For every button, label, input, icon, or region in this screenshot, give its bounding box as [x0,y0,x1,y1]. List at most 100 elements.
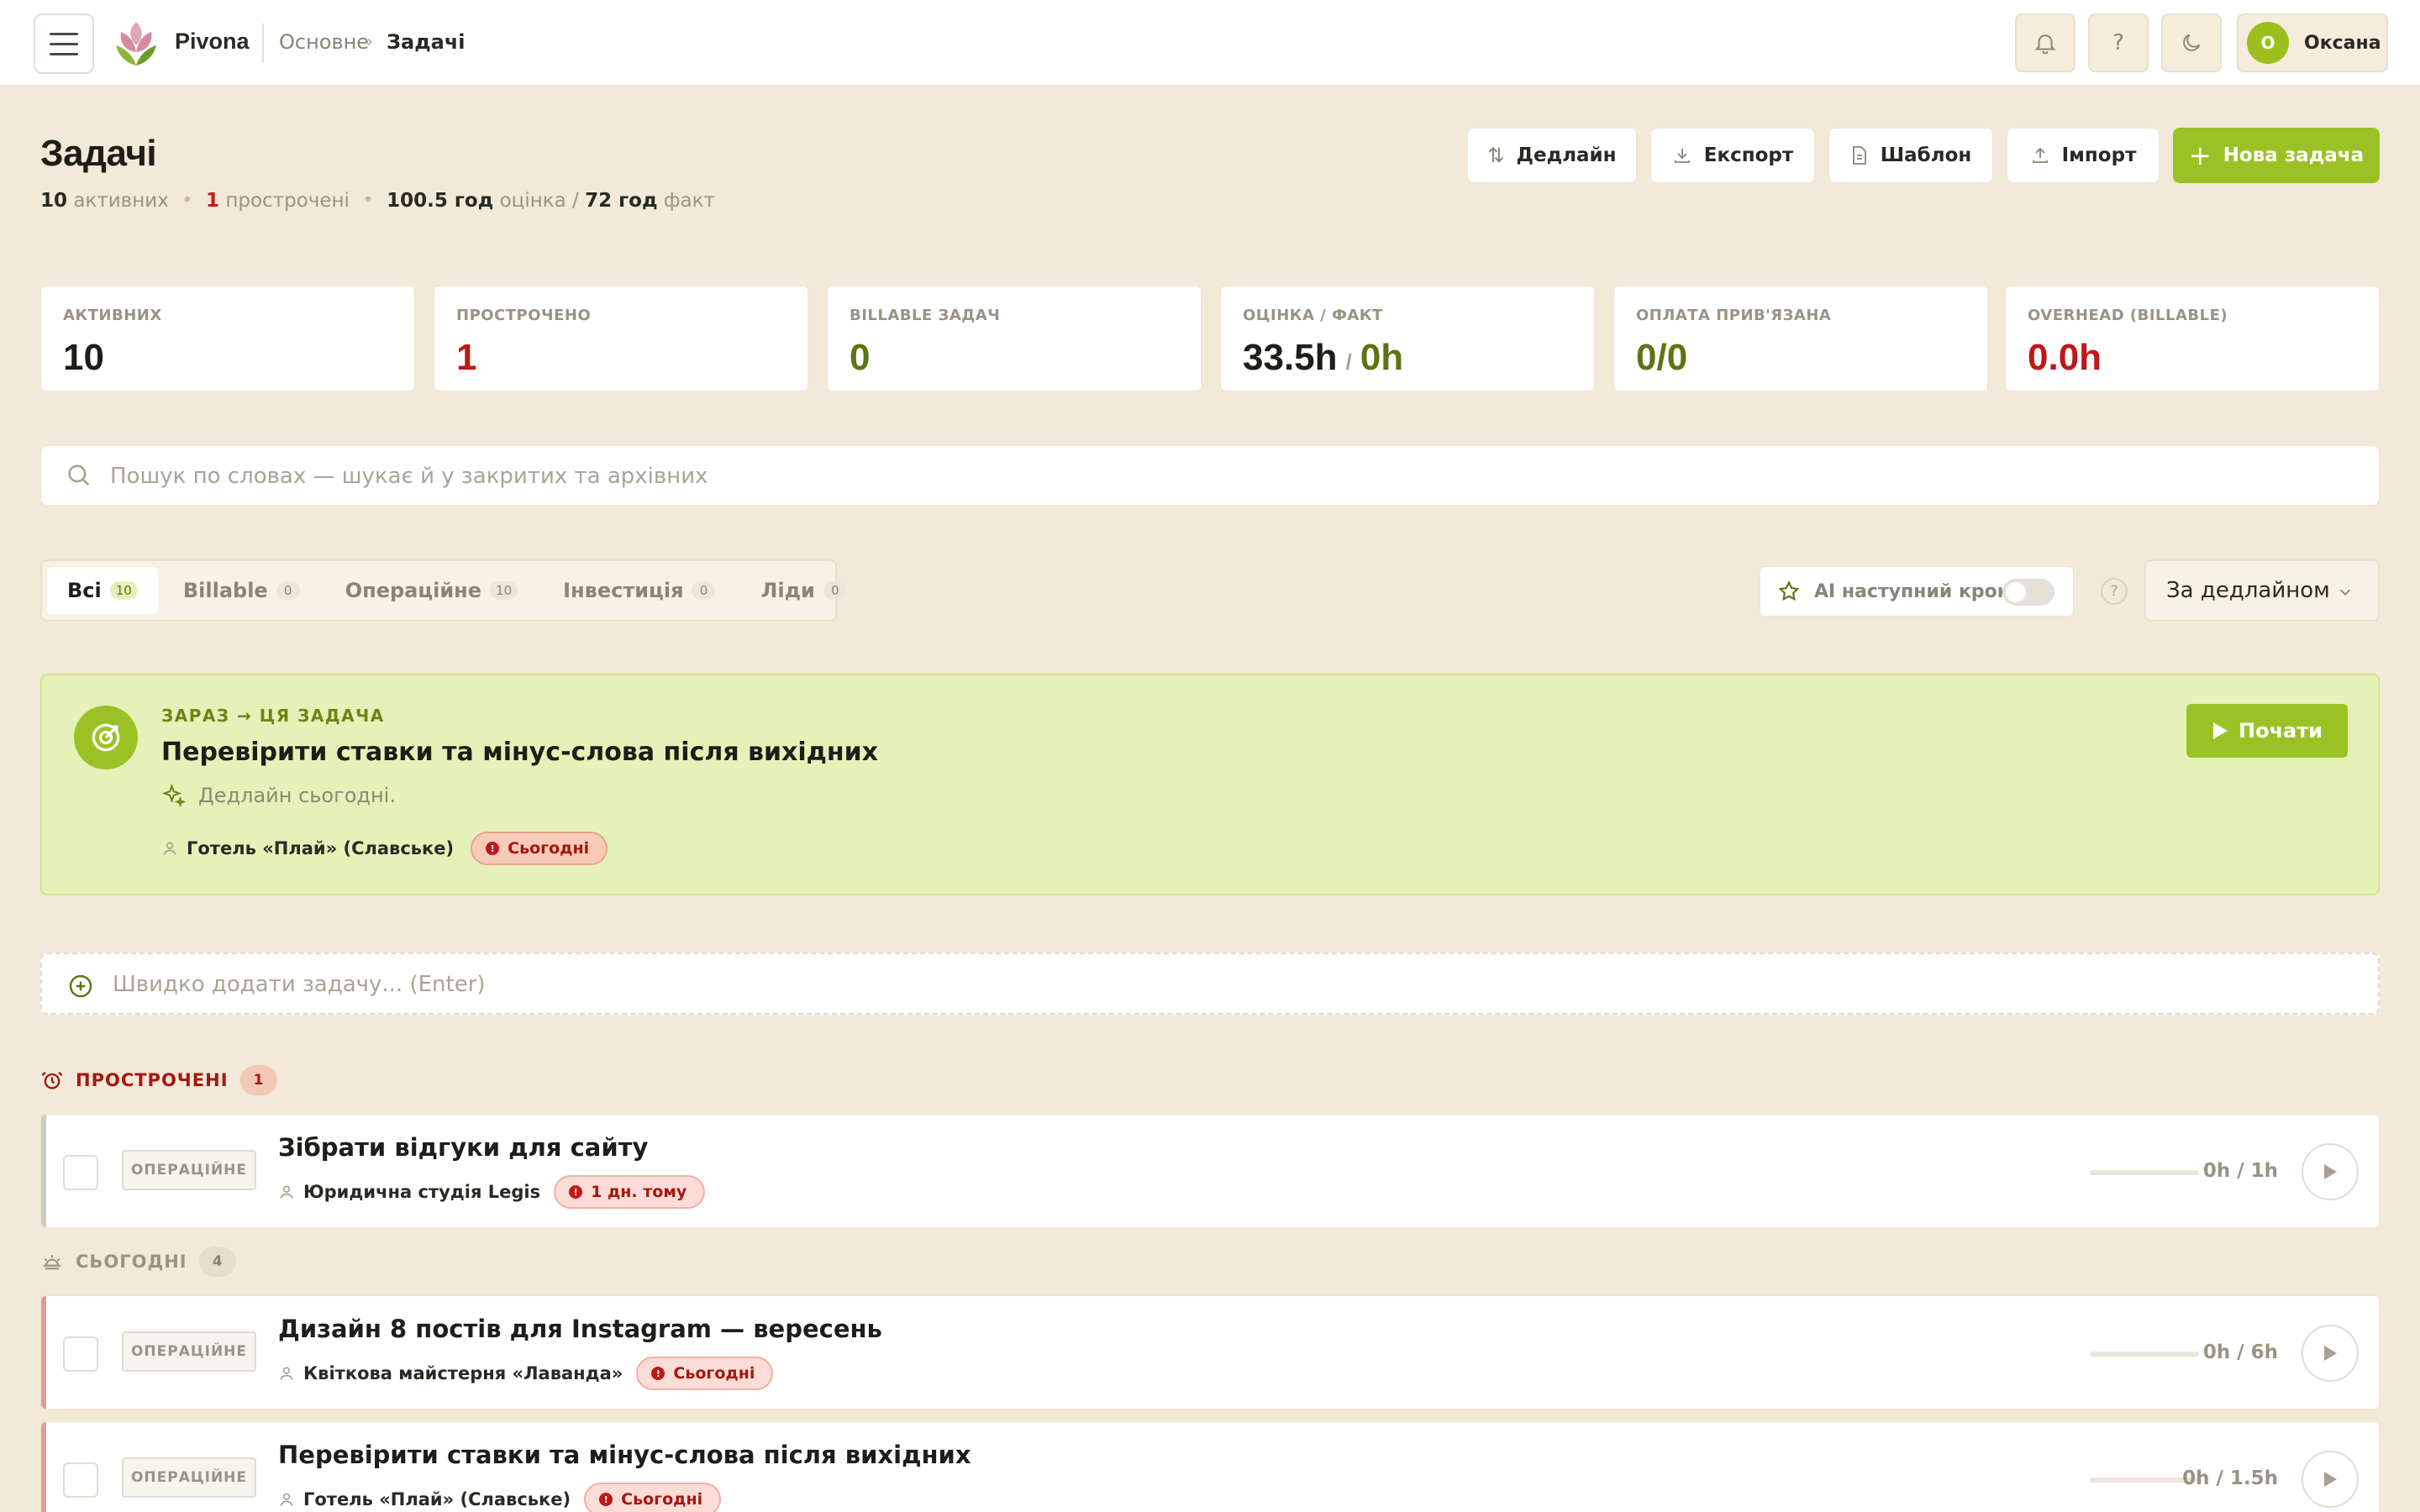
task-type-badge: ОПЕРАЦІЙНЕ [122,1457,256,1498]
client-name: Готель «Плай» (Славське) [161,838,454,858]
task-type-badge: ОПЕРАЦІЙНЕ [122,1331,256,1372]
help-button[interactable]: ? [2088,13,2149,72]
task-checkbox[interactable] [63,1155,98,1190]
document-icon [1852,146,1866,165]
page-title: Задачі [40,133,157,174]
fact-value: 72 год [585,190,658,212]
tab-billable[interactable]: Billable 0 [163,567,320,614]
client-label: Готель «Плай» (Славське) [187,838,455,858]
stat-card-billable: BILLABLE ЗАДАЧ 0 [827,286,1202,391]
bell-icon [2034,34,2056,55]
due-label: Сьогодні [508,839,590,858]
page-summary: 10 активних • 1 прострочені • 100.5 год … [40,190,715,212]
user-menu[interactable]: О Оксана [2237,13,2388,72]
task-title[interactable]: Перевірити ставки та мінус-слова після в… [278,1441,971,1469]
notifications-button[interactable] [2015,13,2075,72]
user-icon [163,842,176,855]
stat-separator: / [1345,349,1352,375]
stat-label: BILLABLE ЗАДАЧ [850,307,1001,324]
task-status-bar [41,1422,46,1512]
due-label: Сьогодні [621,1490,703,1509]
task-checkbox[interactable] [63,1462,98,1498]
user-name: Оксана [2304,32,2381,54]
client-label: Готель «Плай» (Славське) [303,1489,571,1509]
export-button[interactable]: Експорт [1650,128,1815,183]
sort-select[interactable]: За дедлайном [2144,559,2380,622]
timer-play-button[interactable] [2302,1325,2359,1382]
search-box [40,445,2380,506]
tab-leads[interactable]: Ліди 0 [740,567,866,614]
task-row[interactable]: ОПЕРАЦІЙНЕ Перевірити ставки та мінус-сл… [40,1421,2380,1512]
top-bar: Pivona Основне › Задачі ? О Оксана [0,0,2420,86]
tab-label: Інвестиція [563,579,684,602]
stat-card-active: АКТИВНИХ 10 [40,286,415,391]
start-label: Почати [2238,719,2323,743]
alert-icon: ! [569,1185,583,1199]
new-task-button[interactable]: + Нова задача [2173,128,2380,183]
task-title[interactable]: Зібрати відгуки для сайту [278,1133,648,1162]
start-button[interactable]: Почати [2186,704,2348,758]
task-checkbox[interactable] [63,1336,98,1372]
time-progress-bar [2090,1352,2199,1357]
group-header-today: СЬОГОДНІ 4 [40,1247,236,1277]
moon-icon [2183,34,2201,51]
timer-play-button[interactable] [2302,1143,2359,1200]
task-hours: 0h / 6h [2202,1341,2278,1363]
task-hours: 0h / 1.5h [2182,1467,2278,1489]
tab-operational[interactable]: Операційне 10 [325,567,538,614]
active-label: активних [73,190,169,212]
template-button[interactable]: Шаблон [1828,128,1993,183]
stat-card-estimate-fact: ОЦІНКА / ФАКТ 33.5h / 0h [1220,286,1595,391]
tab-count: 0 [823,581,847,600]
sunrise-icon [43,1254,61,1270]
import-button[interactable]: Імпорт [2007,128,2160,183]
client-label: Юридична студія Legis [303,1182,541,1202]
tab-investment[interactable]: Інвестиція 0 [543,567,735,614]
quick-add-input[interactable] [113,968,2297,1001]
task-row[interactable]: ОПЕРАЦІЙНЕ Дизайн 8 постів для Instagram… [40,1295,2380,1410]
timer-play-button[interactable] [2302,1451,2359,1508]
client-name: Юридична студія Legis [278,1182,540,1202]
task-title[interactable]: Дизайн 8 постів для Instagram — вересень [278,1315,882,1343]
banner-kicker: ЗАРАЗ → ЦЯ ЗАДАЧА [161,706,385,726]
group-label: ПРОСТРОЧЕНІ [76,1070,229,1090]
brand-name[interactable]: Pivona [175,29,250,55]
fact-label: факт [663,190,715,212]
menu-button[interactable] [34,13,94,74]
client-label: Квіткова майстерня «Лаванда» [303,1363,623,1383]
stat-card-payment-linked: ОПЛАТА ПРИВ'ЯЗАНА 0/0 [1613,286,1988,391]
export-label: Експорт [1703,144,1794,166]
stat-card-overdue: ПРОСТРОЧЕНО 1 [434,286,808,391]
search-input[interactable] [110,458,2295,495]
sparkle-icon [161,783,187,808]
stat-label: АКТИВНИХ [63,307,162,324]
new-task-label: Нова задача [2223,144,2365,166]
user-icon [280,1185,293,1199]
tab-label: Операційне [345,579,482,602]
stat-card-overhead: OVERHEAD (BILLABLE) 0.0h [2005,286,2380,391]
stat-label: ПРОСТРОЧЕНО [456,307,592,324]
tab-label: Billable [182,579,268,602]
task-row[interactable]: ОПЕРАЦІЙНЕ Зібрати відгуки для сайту Юри… [40,1114,2380,1228]
theme-toggle-button[interactable] [2161,13,2222,72]
client-name: Готель «Плай» (Славське) [278,1489,571,1509]
stat-value-secondary: 0h [1360,337,1404,378]
client-name: Квіткова майстерня «Лаванда» [278,1363,623,1383]
group-header-overdue: ПРОСТРОЧЕНІ 1 [40,1065,277,1095]
banner-description-text: Дедлайн сьогодні. [198,784,396,807]
ai-toggle-switch[interactable] [2002,579,2054,606]
due-badge: ! 1 дн. тому [554,1175,706,1209]
breadcrumb-root[interactable]: Основне [279,30,369,54]
task-meta: Квіткова майстерня «Лаванда» ! Сьогодні [278,1357,774,1390]
filter-tabs: Всі 10 Billable 0 Операційне 10 Інвестиція 0… [40,559,847,622]
banner-task-title[interactable]: Перевірити ставки та мінус-слова після в… [161,738,878,767]
tab-count: 10 [109,581,138,600]
sort-deadline-button[interactable]: ⇅ Дедлайн [1467,128,1637,183]
help-icon[interactable]: ? [2101,578,2128,605]
stat-value: 33.5h [1243,337,1338,378]
alarm-icon [41,1071,63,1089]
tab-all[interactable]: Всі 10 [47,567,158,614]
ai-next-step-toggle[interactable]: AI наступний крок [1760,566,2074,617]
stat-value: 0.0h [2028,337,2102,378]
chevron-down-icon [2339,589,2351,596]
